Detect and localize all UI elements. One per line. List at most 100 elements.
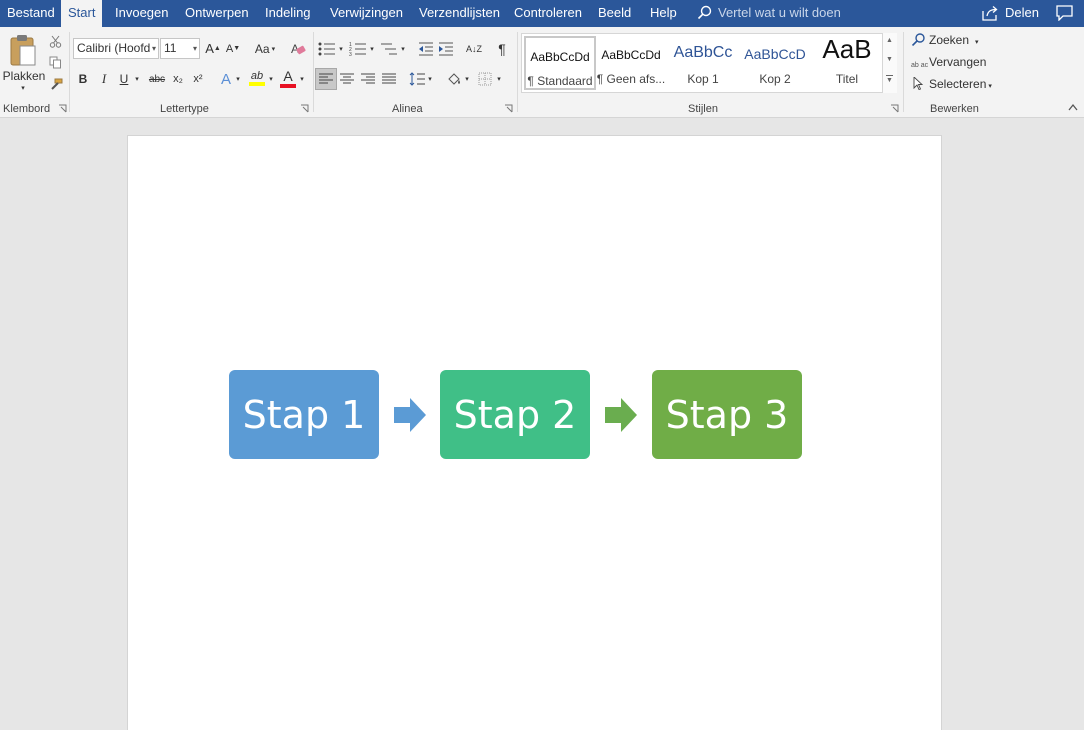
style-titel[interactable]: AaB Titel [811,36,883,90]
tab-bestand[interactable]: Bestand [7,0,55,27]
font-color-dropdown-icon[interactable]: ▾ [298,72,306,86]
justify-icon[interactable] [382,73,396,85]
italic-button[interactable]: I [97,70,111,88]
search-icon [911,33,925,46]
tab-ontwerpen[interactable]: Ontwerpen [185,0,249,27]
style-sample: AaBbCc [673,44,733,61]
select-button[interactable]: Selecteren ▾ [911,77,992,91]
paragraph-group-label: Alinea [392,103,423,115]
step-box-1[interactable]: Stap 1 [229,370,379,459]
step-box-3[interactable]: Stap 3 [652,370,802,459]
tell-me-search[interactable]: Vertel wat u wilt doen [697,0,841,27]
borders-dropdown-icon[interactable]: ▾ [495,72,503,86]
clipboard-dialog-launcher-icon[interactable] [58,104,67,113]
text-effects-dropdown-icon[interactable]: ▾ [234,72,242,86]
font-name-select[interactable]: Calibri (Hoofd ▾ [73,38,159,59]
more-styles-icon[interactable]: ▼ [886,75,893,84]
underline-button[interactable]: U [117,70,131,88]
numbering-dropdown-icon[interactable]: ▾ [368,42,376,56]
underline-dropdown-icon[interactable]: ▾ [133,72,141,86]
grow-font-button[interactable]: A ▲ [204,39,222,58]
increase-indent-icon[interactable] [438,41,454,56]
cut-icon[interactable] [49,35,62,48]
tab-start[interactable]: Start [61,0,103,27]
cursor-arrow-icon [913,77,924,90]
style-kop-1[interactable]: AaBbCc Kop 1 [667,36,739,90]
style-sample: AaB [822,36,872,64]
tab-verwijzingen[interactable]: Verwijzingen [330,0,403,27]
comment-icon[interactable] [1056,5,1073,21]
shading-dropdown-icon[interactable]: ▾ [463,72,471,86]
paragraph-dialog-launcher-icon[interactable] [504,104,513,113]
bullets-dropdown-icon[interactable]: ▾ [337,42,345,56]
font-group-label: Lettertype [160,103,209,115]
scroll-down-icon[interactable]: ▼ [886,56,893,63]
decrease-indent-icon[interactable] [418,41,434,56]
find-label: Zoeken [929,33,970,47]
ribbon-tab-bar: Bestand Start Invoegen Ontwerpen Indelin… [0,0,1084,27]
style-standaard[interactable]: AaBbCcDd ¶ Standaard [524,36,596,90]
collapse-ribbon-icon[interactable] [1068,103,1078,111]
highlight-button[interactable]: ab [247,68,267,88]
paste-dropdown-icon[interactable]: ▾ [17,84,29,92]
tab-beeld[interactable]: Beeld [598,0,631,27]
scroll-up-icon[interactable]: ▲ [886,37,893,44]
line-spacing-dropdown-icon[interactable]: ▾ [426,72,434,86]
font-color-button[interactable]: A [279,68,297,88]
tab-controleren[interactable]: Controleren [514,0,582,27]
numbering-icon[interactable]: 123 [349,41,367,56]
group-separator [313,32,314,112]
font-size-select[interactable]: 11 ▾ [160,38,200,59]
tab-invoegen[interactable]: Invoegen [115,0,169,27]
superscript-button[interactable]: x² [190,70,206,88]
multilevel-dropdown-icon[interactable]: ▾ [399,42,407,56]
highlight-color-bar [249,82,265,86]
format-painter-icon[interactable] [49,78,63,91]
subscript-button[interactable]: x₂ [170,70,186,88]
align-right-icon[interactable] [361,73,375,85]
tab-help[interactable]: Help [650,0,677,27]
highlight-dropdown-icon[interactable]: ▾ [267,72,275,86]
tab-verzendlijsten[interactable]: Verzendlijsten [419,0,500,27]
svg-text:3: 3 [349,52,352,56]
paste-label[interactable]: Plakken [3,68,46,83]
show-formatting-button[interactable]: ¶ [494,39,510,59]
clear-formatting-icon[interactable]: A [290,41,306,56]
align-left-button[interactable] [315,68,337,90]
search-icon [697,5,712,20]
style-geen-afstand[interactable]: AaBbCcDd ¶ Geen afs... [595,36,667,90]
styles-gallery: AaBbCcDd ¶ Standaard AaBbCcDd ¶ Geen afs… [521,33,897,93]
step-box-2[interactable]: Stap 2 [440,370,590,459]
share-button[interactable]: Delen [982,0,1039,27]
styles-dialog-launcher-icon[interactable] [890,104,899,113]
document-page[interactable]: Stap 1 Stap 2 Stap 3 [127,135,942,730]
bold-button[interactable]: B [76,70,90,88]
tab-indeling[interactable]: Indeling [265,0,311,27]
text-effects-button[interactable]: A [217,69,235,89]
replace-button[interactable]: ab acVervangen [911,55,986,69]
arrow-right-icon [394,398,426,432]
align-center-icon[interactable] [340,73,354,85]
bullets-icon[interactable] [318,41,336,56]
style-sample: AaBbCcD [744,46,806,62]
font-dialog-launcher-icon[interactable] [300,104,309,113]
style-kop-2[interactable]: AaBbCcD Kop 2 [739,36,811,90]
sort-button[interactable]: A↓Z [465,39,483,59]
strikethrough-button[interactable]: abc [147,70,167,88]
find-button[interactable]: Zoeken ▾ [911,33,979,47]
multilevel-list-icon[interactable] [380,41,398,56]
line-spacing-icon[interactable] [409,72,425,86]
group-separator [903,32,904,112]
copy-icon[interactable] [49,56,62,69]
styles-scroll[interactable]: ▲ ▼ ▼ [882,33,897,93]
shading-icon[interactable] [446,71,462,87]
borders-icon[interactable] [478,72,492,86]
group-separator [69,32,70,112]
shrink-font-button[interactable]: A ▼ [224,39,242,58]
share-icon [982,6,998,21]
change-case-button[interactable]: Aa ▾ [251,39,279,58]
paste-button[interactable] [4,31,42,69]
change-case-label: Aa [254,41,270,56]
select-label: Selecteren [929,77,987,91]
style-name: Kop 1 [687,72,719,86]
